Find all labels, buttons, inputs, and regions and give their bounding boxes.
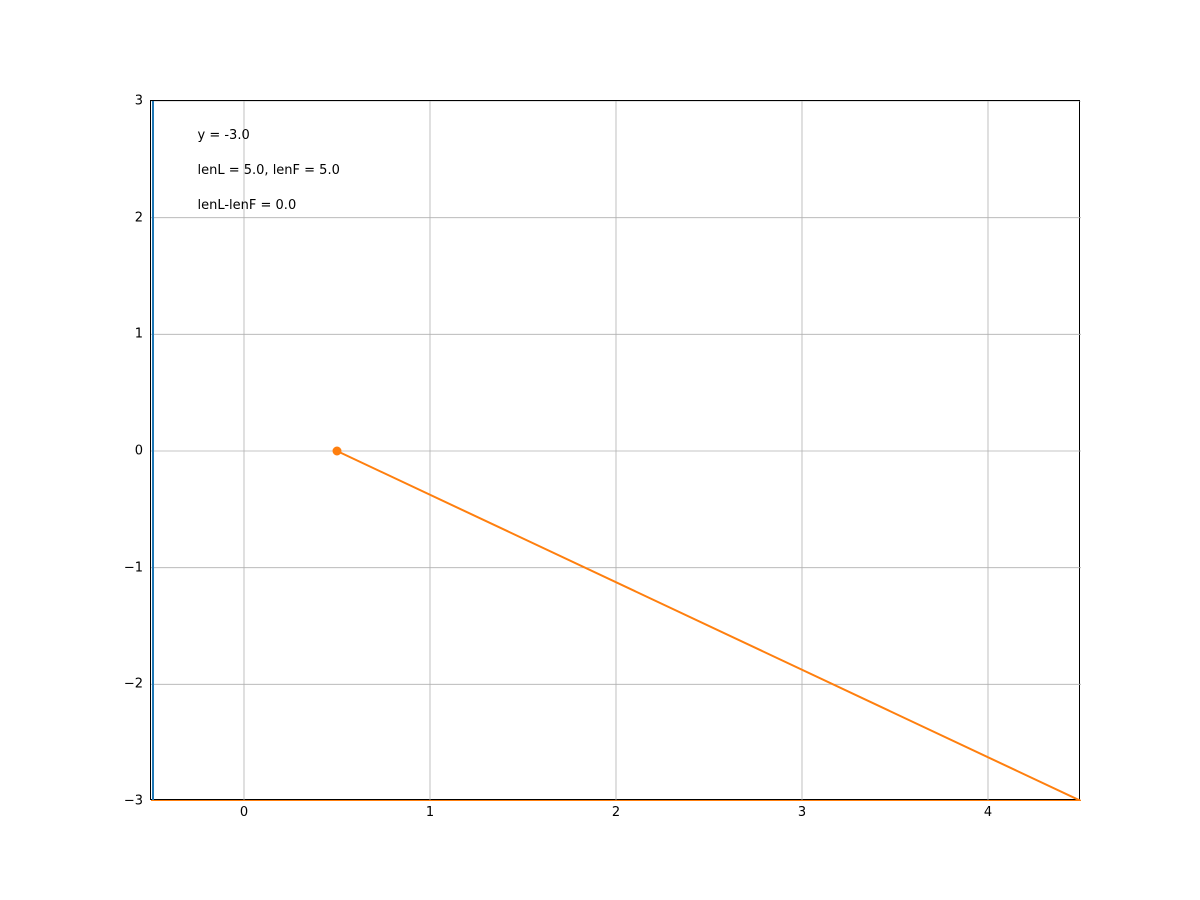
ytick-m3: −3 <box>124 794 143 809</box>
ytick-1: 1 <box>135 327 143 342</box>
xtick-0: 0 <box>240 805 248 820</box>
ytick-2: 2 <box>135 210 143 225</box>
ytick-m1: −1 <box>124 560 143 575</box>
xtick-1: 1 <box>426 805 434 820</box>
annotation-lengths: lenL = 5.0, lenF = 5.0 <box>198 163 340 178</box>
xtick-3: 3 <box>798 805 806 820</box>
series-orange-marker <box>333 447 341 455</box>
ytick-m2: −2 <box>124 677 143 692</box>
axes: 0 1 2 3 4 −3 −2 −1 0 1 2 3 y = -3.0 lenL… <box>150 100 1080 800</box>
annotation-y: y = -3.0 <box>198 128 250 143</box>
annotation-diff: lenL-lenF = 0.0 <box>198 198 297 213</box>
ytick-3: 3 <box>135 94 143 109</box>
xtick-2: 2 <box>612 805 620 820</box>
ytick-0: 0 <box>135 444 143 459</box>
figure: 0 1 2 3 4 −3 −2 −1 0 1 2 3 y = -3.0 lenL… <box>0 0 1200 900</box>
xtick-4: 4 <box>984 805 992 820</box>
